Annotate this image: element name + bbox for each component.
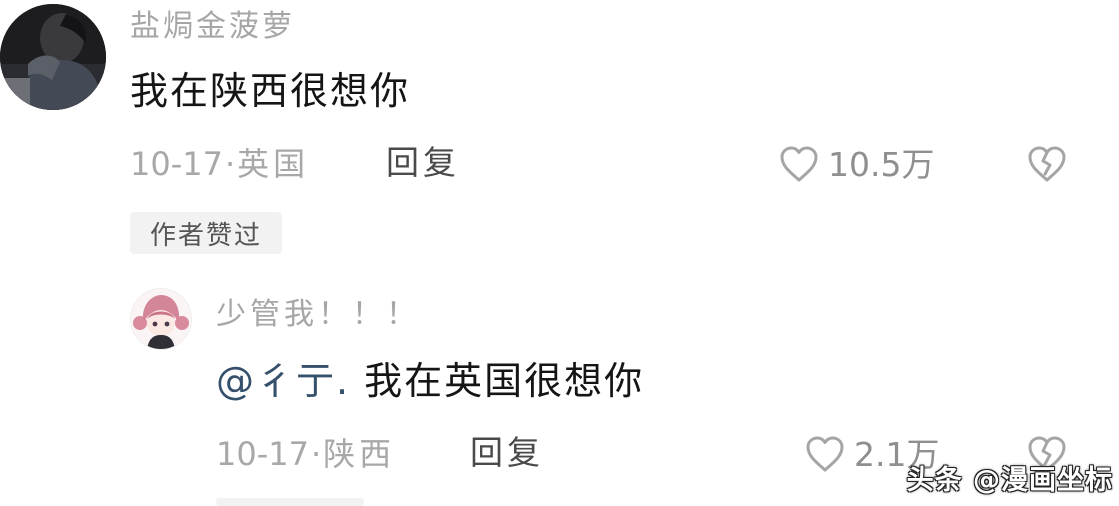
reply-comment: @彳亍. 我在英国很想你 bbox=[216, 362, 644, 400]
reply-meta: 10-17·陕西 bbox=[216, 438, 395, 470]
comment-meta: 10-17·英国 bbox=[130, 148, 309, 180]
comment-text: 我在陕西很想你 bbox=[130, 69, 411, 113]
avatar[interactable] bbox=[0, 4, 106, 110]
avatar-photo bbox=[0, 4, 106, 110]
heart-outline-icon bbox=[806, 436, 844, 472]
author-liked-badge: 作者赞过 bbox=[130, 212, 282, 254]
reply-to-reply-button[interactable]: 回复 bbox=[470, 436, 544, 469]
comment-username[interactable]: 盐焗金菠萝 bbox=[130, 12, 295, 42]
mention-link[interactable]: @彳亍. bbox=[216, 359, 350, 403]
reply-button[interactable]: 回复 bbox=[386, 146, 460, 179]
reply-location: 陕西 bbox=[323, 435, 396, 473]
heart-outline-icon bbox=[780, 146, 818, 182]
reply-text: 我在英国很想你 bbox=[350, 359, 645, 403]
bottom-divider bbox=[216, 498, 364, 506]
comment-location: 英国 bbox=[237, 145, 310, 183]
watermark: 头条 @漫画坐标 bbox=[906, 465, 1113, 496]
broken-heart-icon bbox=[1028, 146, 1066, 182]
meta-separator: · bbox=[310, 435, 322, 473]
reply-date: 10-17 bbox=[216, 435, 309, 473]
avatar-anime-girl bbox=[131, 289, 191, 349]
like-button[interactable] bbox=[778, 144, 820, 184]
reply-username[interactable]: 少管我！！！ bbox=[216, 300, 420, 330]
reply-like-button[interactable] bbox=[804, 434, 846, 474]
meta-separator: · bbox=[224, 145, 236, 183]
reply-avatar[interactable] bbox=[130, 288, 192, 350]
like-count: 10.5万 bbox=[828, 145, 935, 184]
dislike-button[interactable] bbox=[1026, 144, 1068, 184]
comment-date: 10-17 bbox=[130, 145, 223, 183]
